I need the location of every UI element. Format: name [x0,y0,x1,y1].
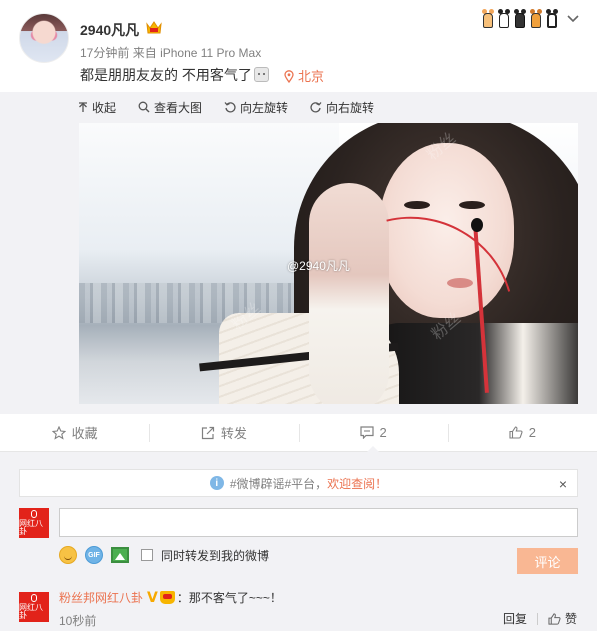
thumbs-up-icon[interactable] [548,612,561,625]
notice-hashtag[interactable]: #微博辟谣#平台， [230,475,327,492]
microphone-icon [31,594,37,602]
collapse-button[interactable]: 收起 [78,98,116,116]
comment-count: 2 [379,425,387,440]
location-link[interactable]: 北京 [284,66,324,85]
rotate-left-icon [224,102,236,113]
commenter-name[interactable]: 粉丝邦网红八卦 [59,589,143,606]
location-pin-icon [284,70,294,84]
close-icon[interactable]: × [559,476,567,492]
post-time[interactable]: 17分钟前 [80,46,129,60]
post-header: 2940凡凡 17分钟前 来自 iPhone 11 Pro Max 都是朋朋友友… [0,0,597,92]
username[interactable]: 2940凡凡 [80,20,139,40]
comment-time: 10秒前 [59,614,97,628]
rotate-right-label: 向右旋转 [326,100,375,115]
chevron-down-icon[interactable] [567,15,579,23]
microphone-icon [31,510,37,518]
thumbs-up-icon [509,426,523,439]
photo-watermark: @2940凡凡 [287,259,350,273]
view-large-button[interactable]: 查看大图 [138,98,202,116]
vip-crown-icon[interactable] [159,591,175,604]
commenter-avatar[interactable]: 网红八卦 [19,592,49,622]
bear-sticker-icon [513,9,527,29]
post-photo[interactable]: @2940凡凡 粉丝 粉丝 粉丝 [79,123,578,404]
comment-section: i #微博辟谣#平台， 欢迎查阅！ × 网红八卦 GIF 同时转发到我的微博 评… [0,452,597,631]
my-avatar[interactable]: 网红八卦 [19,508,49,538]
forward-checkbox[interactable] [141,549,153,561]
comment-icon [359,426,374,439]
rotate-left-button[interactable]: 向左旋转 [224,98,288,116]
notice-link[interactable]: 欢迎查阅！ [327,475,387,492]
view-large-label: 查看大图 [154,100,203,115]
source-prefix: 来自 [132,46,157,60]
vip-crown-icon[interactable] [145,19,163,36]
repost-button[interactable]: 转发 [149,414,298,451]
photo-eye [404,201,430,209]
favorite-button[interactable]: 收藏 [0,414,149,451]
panda-sticker-icon [497,9,511,29]
divider [537,612,539,625]
photo-eye [459,201,485,209]
comment-item: 粉丝邦网红八卦 V ：那不客气了~~~！ [59,589,282,606]
comment-like-button[interactable]: 赞 [565,610,577,627]
cat-sticker-icon [481,9,495,29]
reply-button[interactable]: 回复 [503,610,527,627]
rotate-right-icon [310,102,322,113]
post-meta: 17分钟前 来自 iPhone 11 Pro Max [80,44,261,61]
repost-label: 转发 [220,426,247,441]
my-avatar-text: 网红八卦 [19,519,43,536]
post-text: 都是朋朋友友的 不用客气了 [80,65,269,85]
comment-button[interactable]: 2 [298,414,448,452]
composer-tools: GIF 同时转发到我的微博 [59,545,269,565]
location-text: 北京 [298,69,325,84]
penguin-sticker-icon [545,9,559,29]
emoji-smile-icon[interactable] [59,546,77,564]
forward-label[interactable]: 同时转发到我的微博 [161,547,269,564]
like-count: 2 [528,425,536,440]
rumor-notice-banner: i #微博辟谣#平台， 欢迎查阅！ × [19,469,578,497]
arrow-up-icon [79,101,87,112]
star-icon [51,425,66,440]
comment-text: ：那不客气了~~~！ [176,591,282,605]
commenter-avatar-text: 网红八卦 [19,603,43,620]
post-action-bar: 收藏 转发 2 2 [0,414,597,452]
comment-actions: 回复 赞 [503,610,577,627]
media-panel: 收起 查看大图 向左旋转 向右旋转 @2940凡凡 粉丝 粉丝 粉丝 [0,92,597,414]
verified-badge-icon[interactable]: V [147,590,158,606]
user-avatar[interactable] [19,13,69,63]
favorite-label: 收藏 [71,426,98,441]
info-icon: i [209,476,224,490]
gif-icon[interactable]: GIF [85,546,103,564]
magnifier-icon [138,101,150,113]
media-toolbar: 收起 查看大图 向左旋转 向右旋转 [78,98,374,116]
dog-sticker-icon [529,9,543,29]
post-source[interactable]: iPhone 11 Pro Max [160,46,261,60]
image-upload-icon[interactable] [111,547,129,563]
rotate-right-button[interactable]: 向右旋转 [310,98,374,116]
cat-emoji-icon [253,67,269,82]
like-button[interactable]: 2 [447,414,597,451]
card-stickers [481,9,561,31]
post-text-content: 都是朋朋友友的 不用客气了 [80,67,252,83]
photo-earbud [471,218,483,232]
rotate-left-label: 向左旋转 [240,100,289,115]
collapse-label: 收起 [92,100,117,115]
submit-comment-button[interactable]: 评论 [517,548,578,574]
comment-input[interactable] [59,508,578,537]
repost-icon [201,426,214,439]
